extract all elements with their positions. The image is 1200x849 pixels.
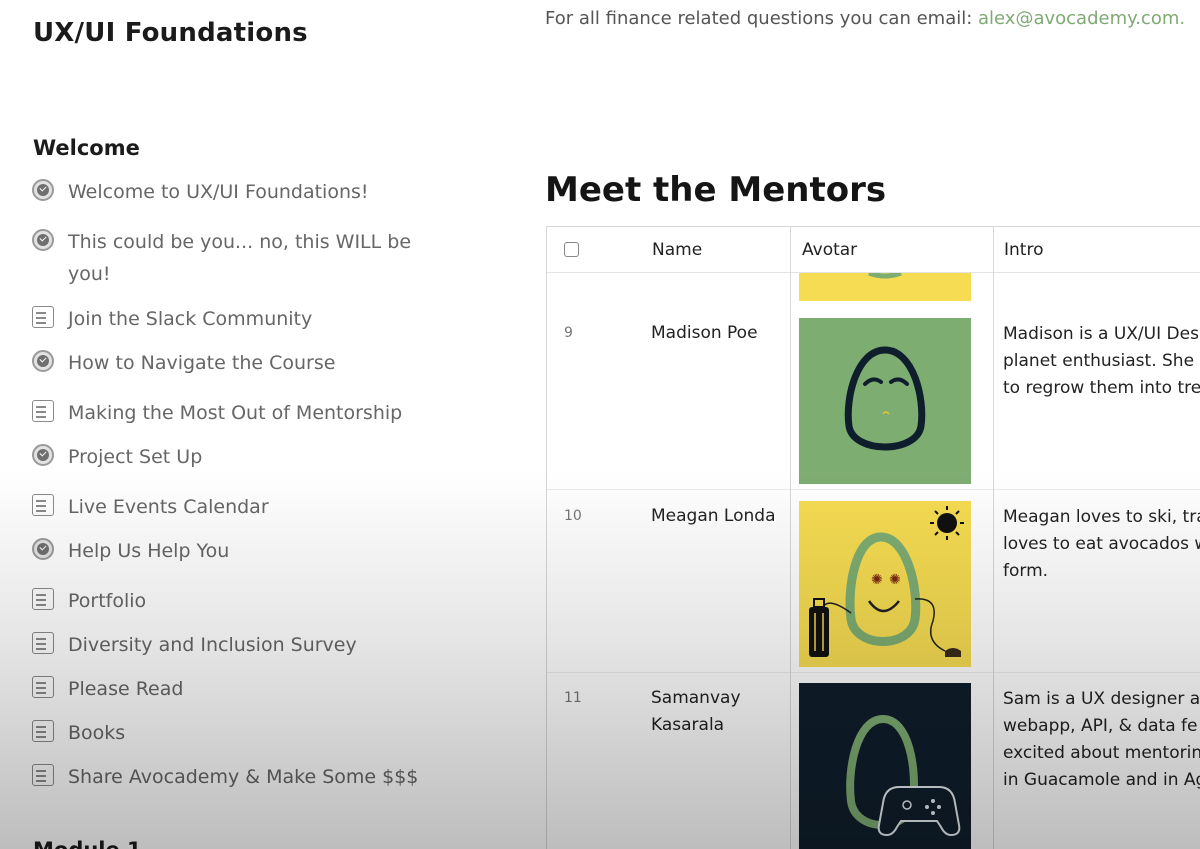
intro-line: form. bbox=[1003, 561, 1049, 581]
mentor-intro: Sam is a UX designer a webapp, API, & da… bbox=[1003, 686, 1200, 794]
mentor-name-line: Samanvay bbox=[651, 688, 741, 708]
mentors-title: Meet the Mentors bbox=[545, 170, 887, 210]
mentor-name: Meagan Londa bbox=[651, 506, 776, 526]
section-title-welcome: Welcome bbox=[33, 136, 140, 160]
row-number: 9 bbox=[564, 325, 573, 341]
lesson-label: Share Avocademy & Make Some $$$ bbox=[68, 766, 419, 788]
check-circle-icon bbox=[32, 179, 54, 201]
lesson-navigate-course[interactable]: How to Navigate the Course bbox=[32, 347, 432, 379]
lesson-label: Project Set Up bbox=[68, 446, 203, 468]
lesson-join-slack[interactable]: Join the Slack Community bbox=[32, 303, 432, 335]
lesson-label: This could be you... no, this WILL be bbox=[68, 231, 412, 253]
intro-line: excited about mentorin bbox=[1003, 743, 1200, 763]
lesson-please-read[interactable]: Please Read bbox=[32, 673, 432, 705]
document-icon bbox=[32, 588, 54, 610]
document-icon bbox=[32, 400, 54, 422]
lesson-label: Help Us Help You bbox=[68, 540, 230, 562]
svg-text:✺: ✺ bbox=[889, 572, 901, 588]
course-title: UX/UI Foundations bbox=[33, 18, 308, 48]
lesson-label-wrap: This could be you... no, this WILL be yo… bbox=[68, 226, 411, 290]
lesson-label-continued: you! bbox=[68, 263, 111, 285]
lesson-books[interactable]: Books bbox=[32, 717, 432, 749]
lesson-label: Welcome to UX/UI Foundations! bbox=[68, 181, 369, 203]
check-circle-icon bbox=[32, 538, 54, 560]
lesson-label: Join the Slack Community bbox=[68, 308, 313, 330]
finance-text: For all finance related questions you ca… bbox=[545, 8, 979, 29]
intro-line: planet enthusiast. She bbox=[1003, 351, 1195, 371]
column-divider bbox=[993, 227, 994, 849]
check-circle-icon bbox=[32, 444, 54, 466]
column-header-name[interactable]: Name bbox=[652, 240, 702, 260]
mentor-intro: Meagan loves to ski, tra loves to eat av… bbox=[1003, 504, 1200, 585]
document-icon bbox=[32, 632, 54, 654]
svg-text:✺: ✺ bbox=[871, 572, 883, 588]
lesson-live-events[interactable]: Live Events Calendar bbox=[32, 491, 432, 523]
table-header: Name Avotar Intro bbox=[547, 227, 1200, 273]
lesson-help-us[interactable]: Help Us Help You bbox=[32, 535, 432, 567]
intro-line: webapp, API, & data fe bbox=[1003, 716, 1198, 736]
lesson-welcome[interactable]: Welcome to UX/UI Foundations! bbox=[32, 176, 432, 208]
select-all-checkbox[interactable] bbox=[564, 242, 579, 257]
intro-line: in Guacamole and in Ag bbox=[1003, 770, 1200, 790]
avatar-madison bbox=[799, 318, 971, 484]
lesson-mentorship[interactable]: Making the Most Out of Mentorship bbox=[32, 397, 432, 429]
check-circle-icon bbox=[32, 229, 54, 251]
intro-line: loves to eat avocados w bbox=[1003, 534, 1200, 554]
lesson-label: Books bbox=[68, 722, 126, 744]
mentor-intro: Madison is a UX/UI Des planet enthusiast… bbox=[1003, 321, 1200, 402]
column-divider bbox=[790, 227, 791, 849]
row-divider bbox=[547, 672, 1200, 673]
row-number: 10 bbox=[564, 508, 582, 524]
lesson-label: Diversity and Inclusion Survey bbox=[68, 634, 357, 656]
finance-email-link[interactable]: alex@avocademy.com. bbox=[978, 8, 1185, 29]
avatar-previous-row bbox=[799, 270, 971, 301]
document-icon bbox=[32, 494, 54, 516]
row-number: 11 bbox=[564, 690, 582, 706]
lesson-project-set-up[interactable]: Project Set Up bbox=[32, 441, 432, 473]
avatar-meagan: ✺ ✺ bbox=[799, 501, 971, 667]
mentors-table: Name Avotar Intro 9 Madison Poe Madison … bbox=[546, 226, 1200, 849]
lesson-this-could-be-you[interactable]: This could be you... no, this WILL be yo… bbox=[32, 226, 432, 290]
mentor-name: Samanvay Kasarala bbox=[651, 685, 791, 739]
lesson-diversity-survey[interactable]: Diversity and Inclusion Survey bbox=[32, 629, 432, 661]
intro-line: Meagan loves to ski, tra bbox=[1003, 507, 1200, 527]
lesson-label: Live Events Calendar bbox=[68, 496, 269, 518]
row-divider bbox=[547, 489, 1200, 490]
document-icon bbox=[32, 306, 54, 328]
column-header-intro[interactable]: Intro bbox=[1004, 240, 1043, 260]
document-icon bbox=[32, 720, 54, 742]
check-circle-icon bbox=[32, 350, 54, 372]
section-title-module-1[interactable]: Module 1 bbox=[33, 838, 142, 849]
lesson-label: Please Read bbox=[68, 678, 184, 700]
intro-line: to regrow them into tre bbox=[1003, 378, 1200, 398]
document-icon bbox=[32, 764, 54, 786]
lesson-label: How to Navigate the Course bbox=[68, 352, 336, 374]
column-header-avatar[interactable]: Avotar bbox=[802, 240, 857, 260]
avatar-samanvay bbox=[799, 683, 971, 849]
document-icon bbox=[32, 676, 54, 698]
lesson-share-avocademy[interactable]: Share Avocademy & Make Some $$$ bbox=[32, 761, 432, 793]
lesson-label: Making the Most Out of Mentorship bbox=[68, 402, 403, 424]
intro-line: Sam is a UX designer a bbox=[1003, 689, 1200, 709]
lesson-portfolio[interactable]: Portfolio bbox=[32, 585, 432, 617]
intro-line: Madison is a UX/UI Des bbox=[1003, 324, 1199, 344]
finance-contact: For all finance related questions you ca… bbox=[545, 8, 1185, 29]
mentor-name-line: Kasarala bbox=[651, 715, 725, 735]
lesson-label: Portfolio bbox=[68, 590, 147, 612]
mentor-name: Madison Poe bbox=[651, 323, 758, 343]
